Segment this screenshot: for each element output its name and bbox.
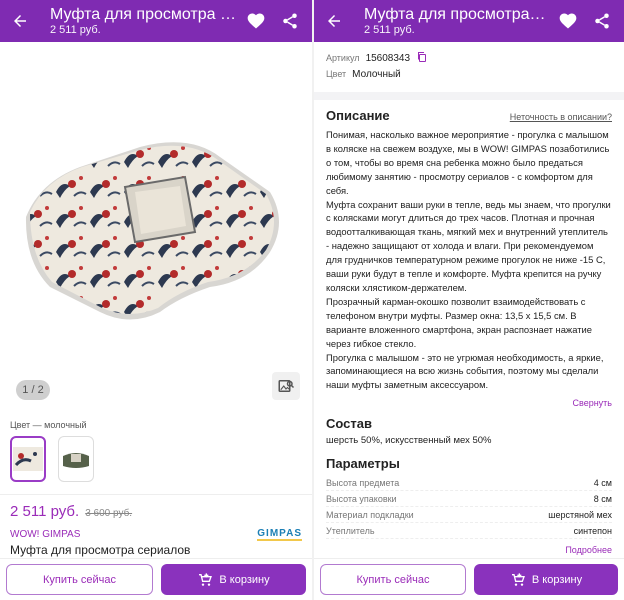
- image-search-icon[interactable]: [272, 372, 300, 400]
- description-header: Описание Неточность в описании?: [326, 108, 612, 123]
- description-section: Описание Неточность в описании? Понимая,…: [314, 100, 624, 408]
- cart-icon: [511, 572, 525, 586]
- product-image[interactable]: [20, 112, 290, 342]
- article-value: 15608343: [365, 52, 411, 64]
- param-value: синтепон: [573, 525, 612, 536]
- app-bar-titles: Муфта для просмотра сериалов 2 511 руб.: [364, 6, 548, 36]
- parameters-section: Параметры Высота предмета 4 см Высота уп…: [314, 446, 624, 555]
- collapse-link[interactable]: Свернуть: [326, 398, 612, 408]
- back-arrow-icon[interactable]: [322, 9, 346, 33]
- article-label: Артикул: [326, 53, 360, 63]
- param-value: шерстяной мех: [548, 509, 612, 520]
- heart-icon[interactable]: [554, 7, 582, 35]
- parameters-title: Параметры: [326, 456, 400, 472]
- param-row: Высота предмета 4 см: [326, 475, 612, 492]
- color-label: Цвет — молочный: [10, 420, 87, 430]
- description-paragraphs: Понимая, насколько важное мероприятие - …: [326, 129, 611, 391]
- app-bar: Муфта для просмотра сериалов 2 511 руб.: [314, 0, 624, 42]
- description-title: Описание: [326, 108, 390, 123]
- composition-section: Состав шерсть 50%, искусственный мех 50%: [314, 408, 624, 446]
- param-row: Утеплитель синтепон: [326, 523, 612, 540]
- buy-now-button[interactable]: Купить сейчас: [6, 564, 153, 595]
- copy-icon[interactable]: [416, 51, 428, 65]
- price-row: 2 511 руб. 3 600 руб.: [10, 503, 302, 520]
- product-gallery[interactable]: 1 / 2: [0, 42, 312, 404]
- share-icon[interactable]: [276, 7, 304, 35]
- composition-value: шерсть 50%, искусственный мех 50%: [326, 435, 492, 447]
- product-name: Муфта для просмотра сериалов: [10, 543, 191, 557]
- app-bar-title: Муфта для просмотра сериалов: [364, 6, 548, 23]
- app-bar-title: Муфта для просмотра сериалов: [50, 6, 236, 23]
- product-screen-left: Муфта для просмотра сериалов 2 511 руб.: [0, 0, 312, 600]
- color-swatches: [0, 436, 312, 482]
- image-counter: 1 / 2: [16, 380, 50, 400]
- report-inaccuracy-link[interactable]: Неточность в описании?: [510, 112, 612, 122]
- old-price: 3 600 руб.: [85, 508, 133, 519]
- add-to-cart-label: В корзину: [219, 573, 270, 586]
- article-row: Артикул 15608343: [326, 50, 612, 66]
- app-bar-titles: Муфта для просмотра сериалов 2 511 руб.: [50, 6, 236, 36]
- param-label: Материал подкладки: [326, 509, 414, 520]
- cart-icon: [199, 572, 213, 586]
- current-price: 2 511 руб.: [10, 503, 80, 520]
- app-bar-price: 2 511 руб.: [50, 24, 101, 36]
- app-bar-price: 2 511 руб.: [364, 24, 415, 36]
- more-link[interactable]: Подробнее: [326, 545, 612, 555]
- action-bar: Купить сейчас В корзину: [0, 558, 312, 600]
- app-bar: Муфта для просмотра сериалов 2 511 руб.: [0, 0, 312, 42]
- product-meta: Артикул 15608343 Цвет Молочный: [314, 42, 624, 100]
- param-value: 8 см: [593, 493, 612, 504]
- add-to-cart-button[interactable]: В корзину: [161, 564, 306, 595]
- composition-title: Состав: [326, 416, 372, 432]
- buy-now-button[interactable]: Купить сейчас: [320, 564, 466, 595]
- param-row: Материал подкладки шерстяной мех: [326, 507, 612, 524]
- param-label: Высота предмета: [326, 477, 400, 488]
- param-row: Высота упаковки 8 см: [326, 491, 612, 508]
- color-meta-value: Молочный: [352, 68, 401, 80]
- param-label: Высота упаковки: [326, 493, 397, 504]
- product-screen-right: Муфта для просмотра сериалов 2 511 руб. …: [312, 0, 624, 600]
- brand-link[interactable]: WOW! GIMPAS: [10, 529, 80, 540]
- color-row: Цвет Молочный: [326, 66, 612, 82]
- back-arrow-icon[interactable]: [8, 9, 32, 33]
- add-to-cart-label: В корзину: [531, 573, 583, 586]
- heart-icon[interactable]: [242, 7, 270, 35]
- add-to-cart-button[interactable]: В корзину: [474, 564, 618, 595]
- param-value: 4 см: [593, 477, 612, 488]
- color-meta-label: Цвет: [326, 69, 347, 79]
- price-block: 2 511 руб. 3 600 руб. WOW! GIMPAS GIMPAS…: [0, 494, 312, 565]
- action-bar: Купить сейчас В корзину: [314, 558, 624, 600]
- param-label: Утеплитель: [326, 525, 375, 536]
- brand-logo[interactable]: GIMPAS: [257, 528, 302, 541]
- description-text: Понимая, насколько важное мероприятие - …: [326, 128, 612, 392]
- share-icon[interactable]: [588, 7, 616, 35]
- brand-row: WOW! GIMPAS GIMPAS: [10, 528, 302, 541]
- swatch-green[interactable]: [58, 436, 94, 482]
- swatch-milky[interactable]: [10, 436, 46, 482]
